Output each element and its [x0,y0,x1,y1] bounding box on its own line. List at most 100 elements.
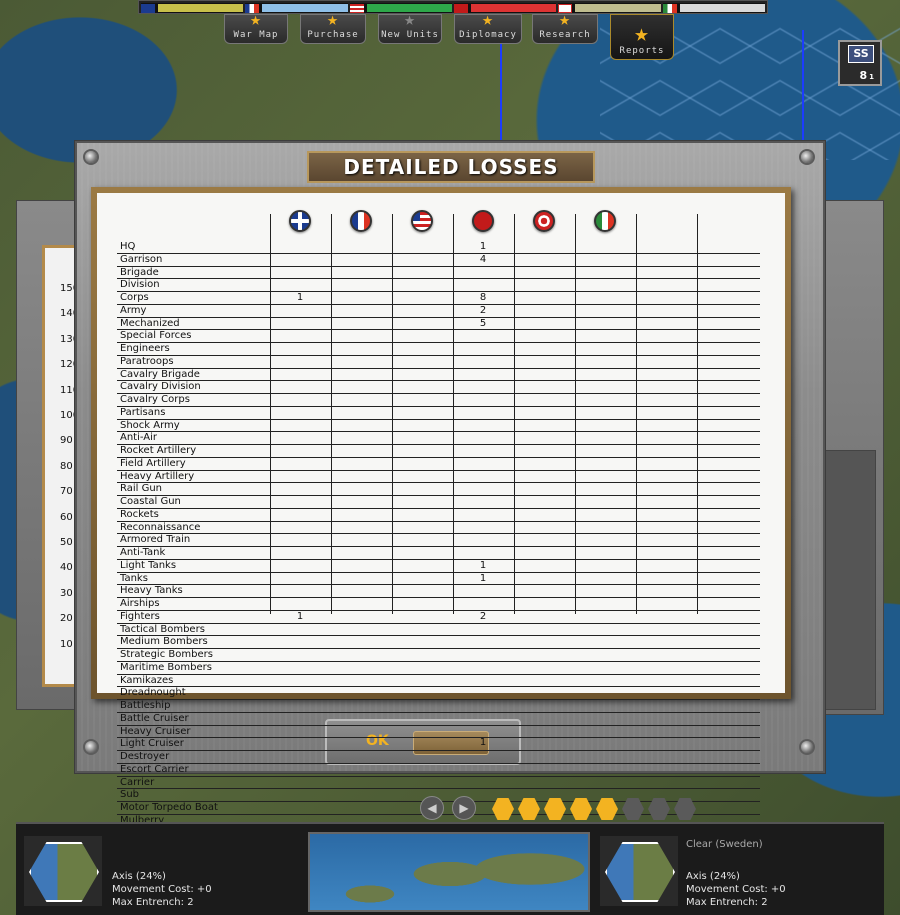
y-axis-tick-label: 80 [60,460,73,472]
table-column-divider [331,214,332,614]
table-row-divider [117,431,760,433]
y-axis-tick-label: 20 [60,613,73,625]
uk-status[interactable] [141,3,244,13]
right-movement-text: Movement Cost: +0 [686,884,786,895]
ok-label[interactable]: OK [366,733,389,749]
table-row-label: Field Artillery [120,457,186,469]
new-units-button[interactable]: ★ New Units [378,11,442,44]
right-side-text: Axis (24%) [686,871,740,882]
italy-status[interactable] [662,3,765,13]
star-icon: ★ [559,9,571,30]
yugoslavia-status[interactable] [558,3,661,13]
table-cell: 1 [296,292,304,303]
table-row-label: Battle Cruiser [120,712,189,724]
table-row-divider [117,278,760,280]
unit-strength: 81 [859,69,874,82]
table-row-divider [117,367,760,369]
ss-unit-badge: SS [848,45,874,63]
table-row-label: Strategic Bombers [120,649,213,660]
table-row-divider [117,456,760,458]
table-row-divider [117,762,760,764]
table-row-label: Cavalry Brigade [120,368,200,380]
roundel-flag-icon [533,210,555,232]
table-row-divider [117,507,760,509]
table-row-divider [117,520,760,522]
terrain-hex-left [24,836,102,906]
reports-button[interactable]: ★ Reports [610,14,674,60]
purchase-button[interactable]: ★ Purchase [300,9,366,44]
table-cell: 2 [479,610,487,622]
table-row-label: Mechanized [120,317,180,329]
usa-status[interactable] [349,3,452,13]
table-row-divider [117,711,760,713]
y-axis-tick-label: 40 [60,562,73,574]
table-row-divider [117,622,760,624]
table-cell: 1 [479,559,487,571]
table-row-divider [117,546,760,547]
next-unit-button[interactable]: ▶ [452,796,476,820]
research-button[interactable]: ★ Research [532,9,598,44]
table-row-label: HQ [120,241,136,252]
table-row-divider [117,597,760,598]
prev-unit-button[interactable]: ◀ [420,796,444,820]
table-column-divider [575,214,576,614]
table-row-divider [117,495,760,496]
table-row-divider [117,584,760,586]
table-row-label: Escort Carrier [120,763,189,775]
dialog-title: DETAILED LOSSES [307,151,595,183]
table-column-divider [636,214,637,614]
minimap[interactable] [308,832,590,912]
china-status[interactable] [453,3,557,13]
table-row-label: Rocket Artillery [120,445,197,456]
table-row-divider [117,609,760,611]
table-row-divider [117,750,760,751]
table-cell: 1 [479,241,487,252]
table-row-label: Brigade [120,266,159,278]
unit-counter[interactable]: SS 81 [838,40,882,86]
table-row-divider [117,673,760,675]
table-row-label: Army [120,304,147,316]
table-row-label: Coastal Gun [120,496,181,507]
table-row-divider [117,533,760,535]
table-row-label: Sub [120,789,140,801]
uk-mpp-bar [158,4,244,12]
table-cell: 4 [479,253,487,265]
table-row-label: Airships [120,598,160,609]
left-side-text: Axis (24%) [112,871,166,882]
star-icon: ★ [482,9,494,30]
y-axis-tick-label: 30 [60,587,73,599]
new-units-label: New Units [381,30,439,40]
y-axis-tick-label: 50 [60,537,73,548]
diplomacy-button[interactable]: ★ Diplomacy [454,9,522,44]
table-row-label: Cavalry Corps [120,394,190,405]
y-axis-tick-label: 10 [60,638,73,650]
terrain-hex-right [600,836,678,906]
table-cell: 5 [479,317,487,329]
star-icon: ★ [634,19,650,47]
table-row-label: Reconnaissance [120,521,201,533]
table-row-label: Medium Bombers [120,636,208,648]
y-axis-tick-label: 70 [60,486,73,498]
uk-flag-icon [141,3,155,13]
table-row-label: Division [120,279,160,291]
table-row-label: Kamikazes [120,674,174,686]
rivet [85,151,97,163]
star-icon: ★ [327,9,339,30]
table-row-label: Destroyer [120,751,170,762]
italy-mpp-bar [679,4,765,12]
weather-text: Clear (Sweden) [686,839,763,850]
china-flag-icon [472,210,494,232]
table-row-label: Motor Torpedo Boat [120,802,218,813]
table-row-divider [117,303,760,305]
war-map-label: War Map [233,30,279,40]
table-row-divider [117,699,760,700]
table-row-divider [117,342,760,343]
war-map-button[interactable]: ★ War Map [224,11,288,44]
front-line [802,30,804,140]
table-row-label: Anti-Tank [120,547,166,558]
table-row-divider [117,660,760,662]
table-row-divider [117,418,760,420]
diplomacy-label: Diplomacy [459,30,517,40]
reports-label: Reports [619,46,665,56]
table-row-divider [117,648,760,649]
